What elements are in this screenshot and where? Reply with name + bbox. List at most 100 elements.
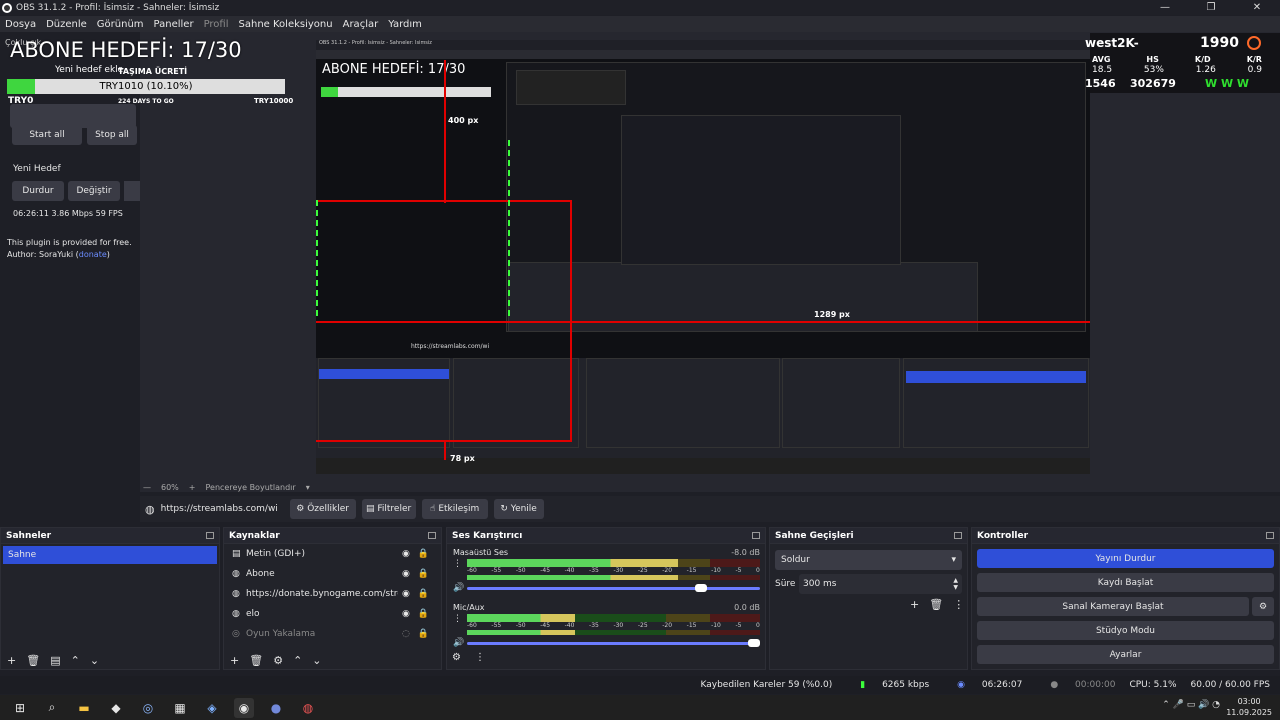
stop-all-button[interactable]: Stop all <box>87 125 137 145</box>
sources-title: Kaynaklar <box>229 530 280 541</box>
meter-tick: 0 <box>756 622 760 629</box>
source-row[interactable]: ◎ Oyun Yakalama ◌ 🔒 <box>224 624 441 644</box>
zoom-out-button[interactable]: — <box>143 483 151 492</box>
channel-menu-icon[interactable]: ⋮ <box>453 614 467 624</box>
move-down-icon[interactable]: ⌄ <box>90 654 99 667</box>
globe-icon: ◍ <box>232 569 240 579</box>
scene-item[interactable]: Sahne <box>3 546 217 564</box>
chevron-down-icon: ▾ <box>951 555 956 565</box>
add-source-icon[interactable]: + <box>230 654 239 667</box>
move-up-icon[interactable]: ⌃ <box>293 654 302 667</box>
app-icon[interactable]: ◈ <box>202 698 222 718</box>
menu-tools[interactable]: Araçlar <box>338 19 384 30</box>
interact-button[interactable]: ☝ Etkileşim <box>421 499 488 519</box>
bitrate-icon: ▮ <box>860 680 866 690</box>
search-icon[interactable]: ⌕ <box>42 698 62 718</box>
donate-link[interactable]: donate <box>79 250 107 259</box>
discord-icon[interactable]: ● <box>266 698 286 718</box>
delete-scene-icon[interactable]: 🗑 <box>26 654 40 667</box>
undock-icon <box>1266 532 1274 539</box>
menu-scene-collection[interactable]: Sahne Koleksiyonu <box>234 19 338 30</box>
start-recording-button[interactable]: Kaydı Başlat <box>977 573 1274 592</box>
meter-tick: -10 <box>711 567 721 574</box>
globe-icon: ◍ <box>232 589 240 599</box>
app-icon[interactable]: ◆ <box>106 698 126 718</box>
source-row[interactable]: ▤ Metin (GDI+) ◉ 🔒 <box>224 544 441 564</box>
start-virtual-camera-button[interactable]: Sanal Kamerayı Başlat <box>977 597 1249 616</box>
add-scene-icon[interactable]: + <box>7 654 16 667</box>
close-button[interactable]: ✕ <box>1234 0 1280 15</box>
scenes-title: Sahneler <box>6 530 52 541</box>
minimize-button[interactable]: — <box>1142 0 1188 15</box>
source-row[interactable]: ◍ Abone ◉ 🔒 <box>224 564 441 584</box>
filter-icon: ▤ <box>365 504 375 514</box>
speaker-icon[interactable]: 🔊 <box>453 638 467 648</box>
obs-taskbar-icon[interactable]: ◉ <box>234 697 254 718</box>
move-up-icon[interactable]: ⌃ <box>71 654 80 667</box>
menu-edit[interactable]: Düzenle <box>41 19 92 30</box>
start-all-button[interactable]: Start all <box>12 125 82 145</box>
virtual-camera-settings-icon[interactable]: ⚙ <box>1252 597 1274 616</box>
measure-400: 400 px <box>448 116 479 125</box>
zoom-in-button[interactable]: + <box>189 483 196 492</box>
mixer-menu-icon[interactable]: ⋮ <box>475 652 485 663</box>
properties-button[interactable]: ⚙ Özellikler <box>289 499 356 519</box>
preview-capture: OBS 31.1.2 - Profil: İsimsiz - Sahneler:… <box>316 40 1090 474</box>
transitions-title: Sahne Geçişleri <box>775 530 854 541</box>
scenes-panel: Sahneler Sahne + 🗑 ▤ ⌃ ⌄ <box>0 527 220 670</box>
refresh-button[interactable]: ↻ Yenile <box>493 499 544 519</box>
sub-goal-subtitle: Yeni hedef ekle <box>55 65 124 75</box>
volume-slider[interactable] <box>467 583 760 592</box>
meter-tick: -40 <box>564 622 575 629</box>
meter-tick: -15 <box>686 567 697 574</box>
speaker-icon[interactable]: 🔊 <box>453 583 467 593</box>
menu-docks[interactable]: Paneller <box>149 19 199 30</box>
add-transition-icon[interactable]: + <box>910 598 919 611</box>
channel-menu-icon[interactable]: ⋮ <box>453 559 467 569</box>
gamepad-icon: ◎ <box>232 629 240 639</box>
stop-stream-button[interactable]: Yayını Durdur <box>977 549 1274 568</box>
tray-icons[interactable]: ⌃ 🎤 ▭ 🔊 ◔ <box>1162 700 1220 710</box>
transition-select[interactable]: Soldur ▾ <box>775 550 962 570</box>
file-explorer-icon[interactable]: ▬ <box>74 698 94 718</box>
taskbar: ⊞ ⌕ ▬ ◆ ◎ ▦ ◈ ◉ ● ◍ 03:00 11.09.2025 ⌃ 🎤 … <box>0 695 1280 720</box>
lock-icon: 🔒 <box>417 589 430 599</box>
delete-source-icon[interactable]: 🗑 <box>249 654 263 667</box>
calculator-icon[interactable]: ▦ <box>170 698 190 718</box>
stats-hud: west2K- 1990 AVG HS K/D K/R 18.5 53% 1.26 0.9 … <box>1085 33 1280 93</box>
measure-1289: 1289 px <box>814 310 850 319</box>
advanced-audio-icon[interactable]: ⚙ <box>452 652 461 663</box>
maximize-button[interactable]: ❐ <box>1188 0 1234 15</box>
transition-menu-icon[interactable]: ⋮ <box>953 598 964 611</box>
delete-transition-icon[interactable]: 🗑 <box>929 598 943 611</box>
menu-help[interactable]: Yardım <box>383 19 427 30</box>
settings-button[interactable]: Ayarlar <box>977 645 1274 664</box>
windows-start-icon[interactable]: ⊞ <box>10 698 30 718</box>
change-button[interactable]: Değiştir <box>68 181 120 201</box>
new-goal-label: Yeni Hedef <box>13 164 61 174</box>
menu-file[interactable]: Dosya <box>0 19 41 30</box>
studio-mode-button[interactable]: Stüdyo Modu <box>977 621 1274 640</box>
source-settings-icon[interactable]: ⚙ <box>273 654 283 667</box>
menu-view[interactable]: Görünüm <box>92 19 149 30</box>
hud-name: west2K- <box>1085 36 1139 50</box>
meter-tick: -55 <box>491 567 502 574</box>
volume-slider[interactable] <box>467 638 760 647</box>
meter-tick: -5 <box>735 622 742 629</box>
move-down-icon[interactable]: ⌄ <box>312 654 321 667</box>
duration-input[interactable]: 300 ms ▲ ▼ <box>799 574 962 594</box>
fit-dropdown-icon[interactable]: ▾ <box>306 483 310 492</box>
steam-icon[interactable]: ◎ <box>138 698 158 718</box>
filter-scene-icon[interactable]: ▤ <box>50 654 60 667</box>
menu-profile[interactable]: Profil <box>199 19 234 30</box>
cpu-usage: CPU: 5.1% <box>1129 680 1177 690</box>
chrome-icon[interactable]: ◍ <box>298 698 318 718</box>
source-row[interactable]: ◍https://donate.bynogame.com/stream◉🔒 <box>224 584 441 604</box>
source-row[interactable]: ◍ elo ◉ 🔒 <box>224 604 441 624</box>
clock[interactable]: 03:00 11.09.2025 <box>1226 696 1272 718</box>
filters-button[interactable]: ▤ Filtreler <box>361 499 416 519</box>
stop-button[interactable]: Durdur <box>12 181 64 201</box>
fit-window-button[interactable]: Pencereye Boyutlandır <box>205 483 295 492</box>
meter-tick: -10 <box>711 622 721 629</box>
zoom-level: 60% <box>161 482 179 492</box>
